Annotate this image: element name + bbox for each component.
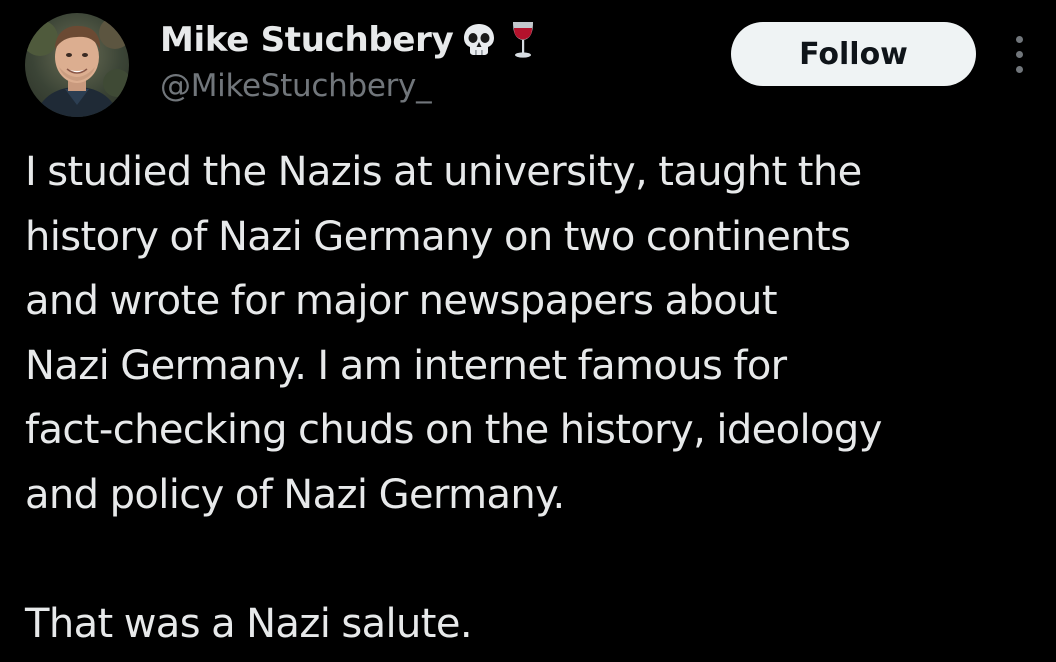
user-handle[interactable]: @MikeStuchbery_ bbox=[160, 68, 432, 104]
tweet-text: I studied the Nazis at university, taugh… bbox=[25, 140, 1050, 656]
display-name[interactable]: Mike Stuchbery bbox=[160, 20, 454, 60]
tweet-text-line: Nazi Germany. I am internet famous for bbox=[25, 342, 787, 389]
avatar-portrait-icon bbox=[25, 17, 129, 117]
follow-button[interactable]: Follow bbox=[731, 22, 976, 86]
skull-icon bbox=[460, 20, 498, 60]
display-name-row: Mike Stuchbery bbox=[160, 18, 542, 62]
more-dot bbox=[1015, 50, 1023, 58]
avatar[interactable] bbox=[25, 13, 129, 117]
tweet-card: Mike Stuchbery @MikeStuchbery_ Follow I … bbox=[0, 0, 1056, 662]
more-dot bbox=[1015, 65, 1023, 73]
wine-glass-icon bbox=[504, 20, 542, 60]
tweet-text-line: fact-checking chuds on the history, ideo… bbox=[25, 407, 882, 453]
tweet-text-line: That was a Nazi salute. bbox=[25, 600, 473, 647]
more-vertical-icon[interactable] bbox=[1003, 30, 1035, 78]
tweet-text-line: history of Nazi Germany on two continent… bbox=[25, 213, 851, 260]
tweet-text-line: I studied the Nazis at university, taugh… bbox=[25, 149, 862, 195]
more-dot bbox=[1015, 35, 1023, 43]
tweet-text-line: and wrote for major newspapers about bbox=[25, 278, 778, 324]
tweet-text-line: and policy of Nazi Germany. bbox=[25, 471, 565, 518]
